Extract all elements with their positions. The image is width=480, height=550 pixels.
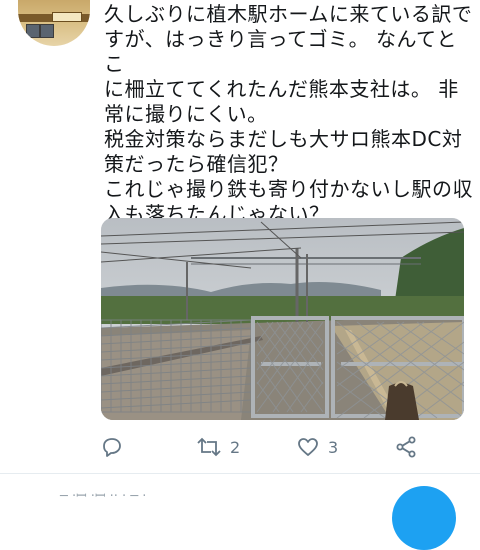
like-count: 3 (328, 437, 339, 457)
tweet-line: すが、はっきり言ってゴミ。 なんてとこ (104, 27, 457, 76)
tweet-text: 久しぶりに植木駅ホームに来ている訳で すが、はっきり言ってゴミ。 なんてとこ に… (104, 2, 474, 227)
next-tweet-partial-text: ─ ·ꟷ ·ꟷ ·· · ─ · (60, 489, 147, 504)
reply-button[interactable] (100, 432, 124, 462)
tweet-photo[interactable] (101, 218, 464, 420)
tweet-line: 税金対策ならまだしも大サロ熊本DC対 (104, 127, 463, 151)
share-icon (396, 436, 416, 458)
share-button[interactable] (394, 432, 418, 462)
compose-tweet-button[interactable] (392, 486, 456, 550)
avatar-train-window (40, 24, 54, 38)
reply-icon (103, 438, 121, 457)
avatar-train-plate (52, 12, 82, 22)
station-fence-photo (101, 218, 464, 420)
tweet-line: に柵立ててくれたんだ熊本支社は。 非 (104, 77, 459, 101)
retweet-icon (197, 437, 221, 457)
avatar[interactable] (18, 0, 90, 46)
like-button[interactable]: 3 (296, 432, 338, 462)
retweet-button[interactable]: 2 (196, 432, 240, 462)
avatar-train-window (26, 24, 40, 38)
divider (0, 473, 480, 474)
tweet-line: 久しぶりに植木駅ホームに来ている訳で (104, 2, 473, 26)
retweet-count: 2 (230, 437, 241, 457)
tweet-line: 策だったら確信犯？ (104, 152, 289, 176)
heart-icon (298, 438, 318, 456)
tweet-actions: 2 3 (100, 432, 480, 462)
tweet-line: これじゃ撮り鉄も寄り付かないし駅の収 (104, 177, 473, 201)
tweet-line: 常に撮りにくい。 (104, 102, 268, 126)
